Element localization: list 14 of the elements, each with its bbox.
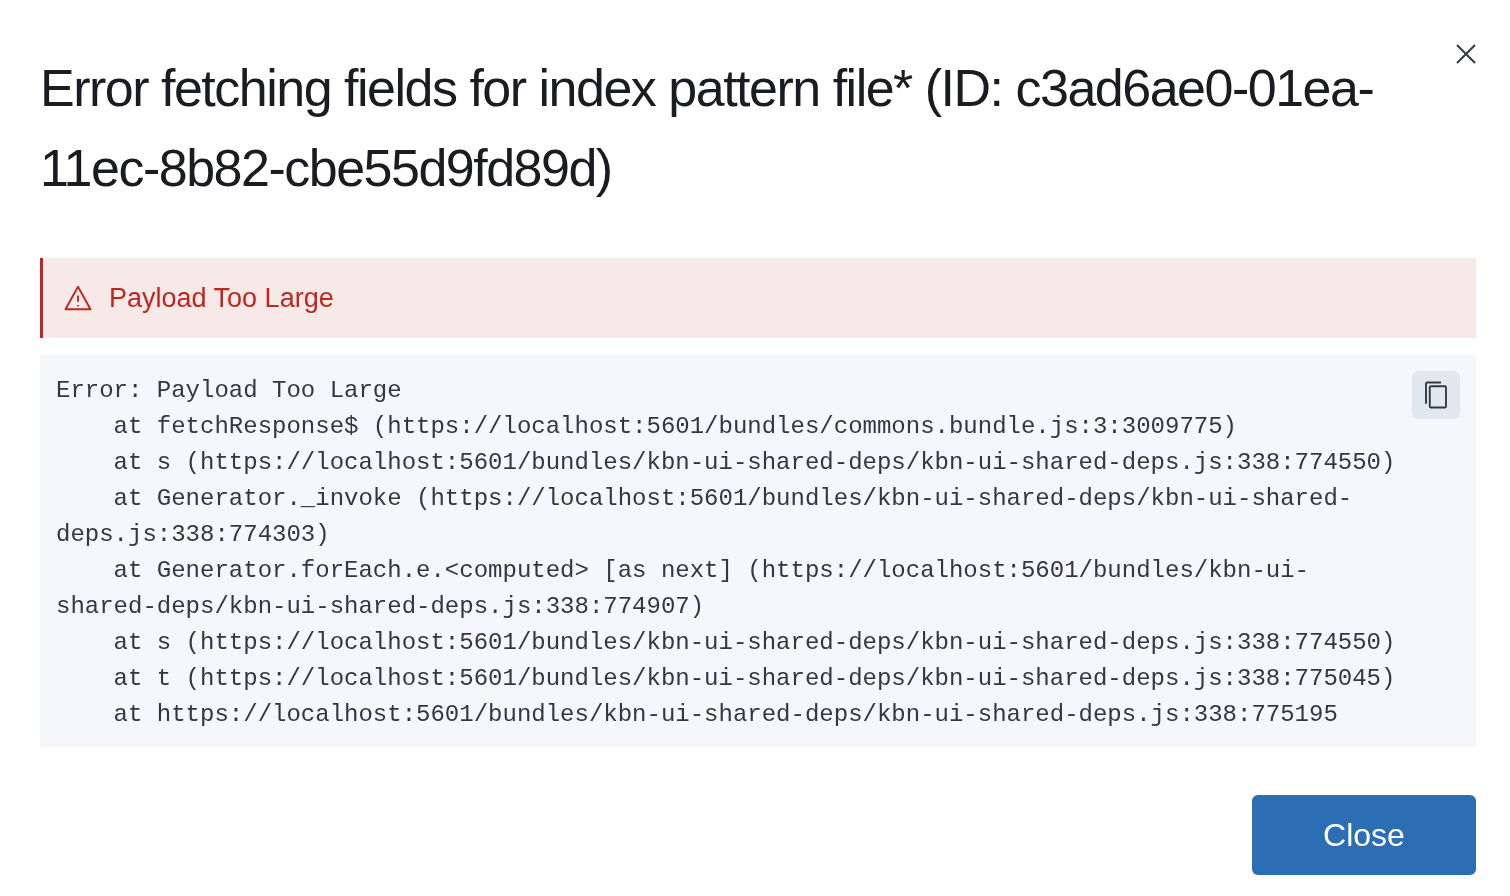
- stack-trace-line: at s (https://localhost:5601/bundles/kbn-ui-shared-deps/kbn-ui-shared-deps.js:338:774550): [112, 628, 1397, 658]
- copy-button[interactable]: [1412, 371, 1460, 419]
- warning-icon: [63, 283, 93, 313]
- close-button[interactable]: Close: [1252, 795, 1476, 875]
- callout-title: Payload Too Large: [109, 281, 334, 315]
- stack-trace-line: at Generator.forEach.e.<computed> [as next] (https://localhost:5601/bundles/kbn-ui-shared-deps/kbn-ui-shared-deps.js:338:774907): [56, 556, 1310, 622]
- stack-trace-line: Error: Payload Too Large: [56, 376, 403, 406]
- modal-title: Error fetching fields for index pattern file* (ID: c3ad6ae0-01ea-11ec-8b82-cbe55d9fd89d): [40, 58, 1375, 199]
- stack-trace-line: at Generator._invoke (https://localhost:5601/bundles/kbn-ui-shared-deps/kbn-ui-shared-deps.js:338:774303): [56, 484, 1354, 550]
- close-icon[interactable]: [1454, 42, 1478, 66]
- stack-trace-line: at t (https://localhost:5601/bundles/kbn-ui-shared-deps/kbn-ui-shared-deps.js:338:775045): [112, 664, 1397, 694]
- stack-trace-line: at https://localhost:5601/bundles/kbn-ui-shared-deps/kbn-ui-shared-deps.js:338:775195: [112, 700, 1339, 730]
- stack-trace-line: at fetchResponse$ (https://localhost:5601/bundles/commons.bundle.js:3:3009775): [112, 412, 1238, 442]
- stack-trace-line: at s (https://localhost:5601/bundles/kbn-ui-shared-deps/kbn-ui-shared-deps.js:338:774550): [112, 448, 1397, 478]
